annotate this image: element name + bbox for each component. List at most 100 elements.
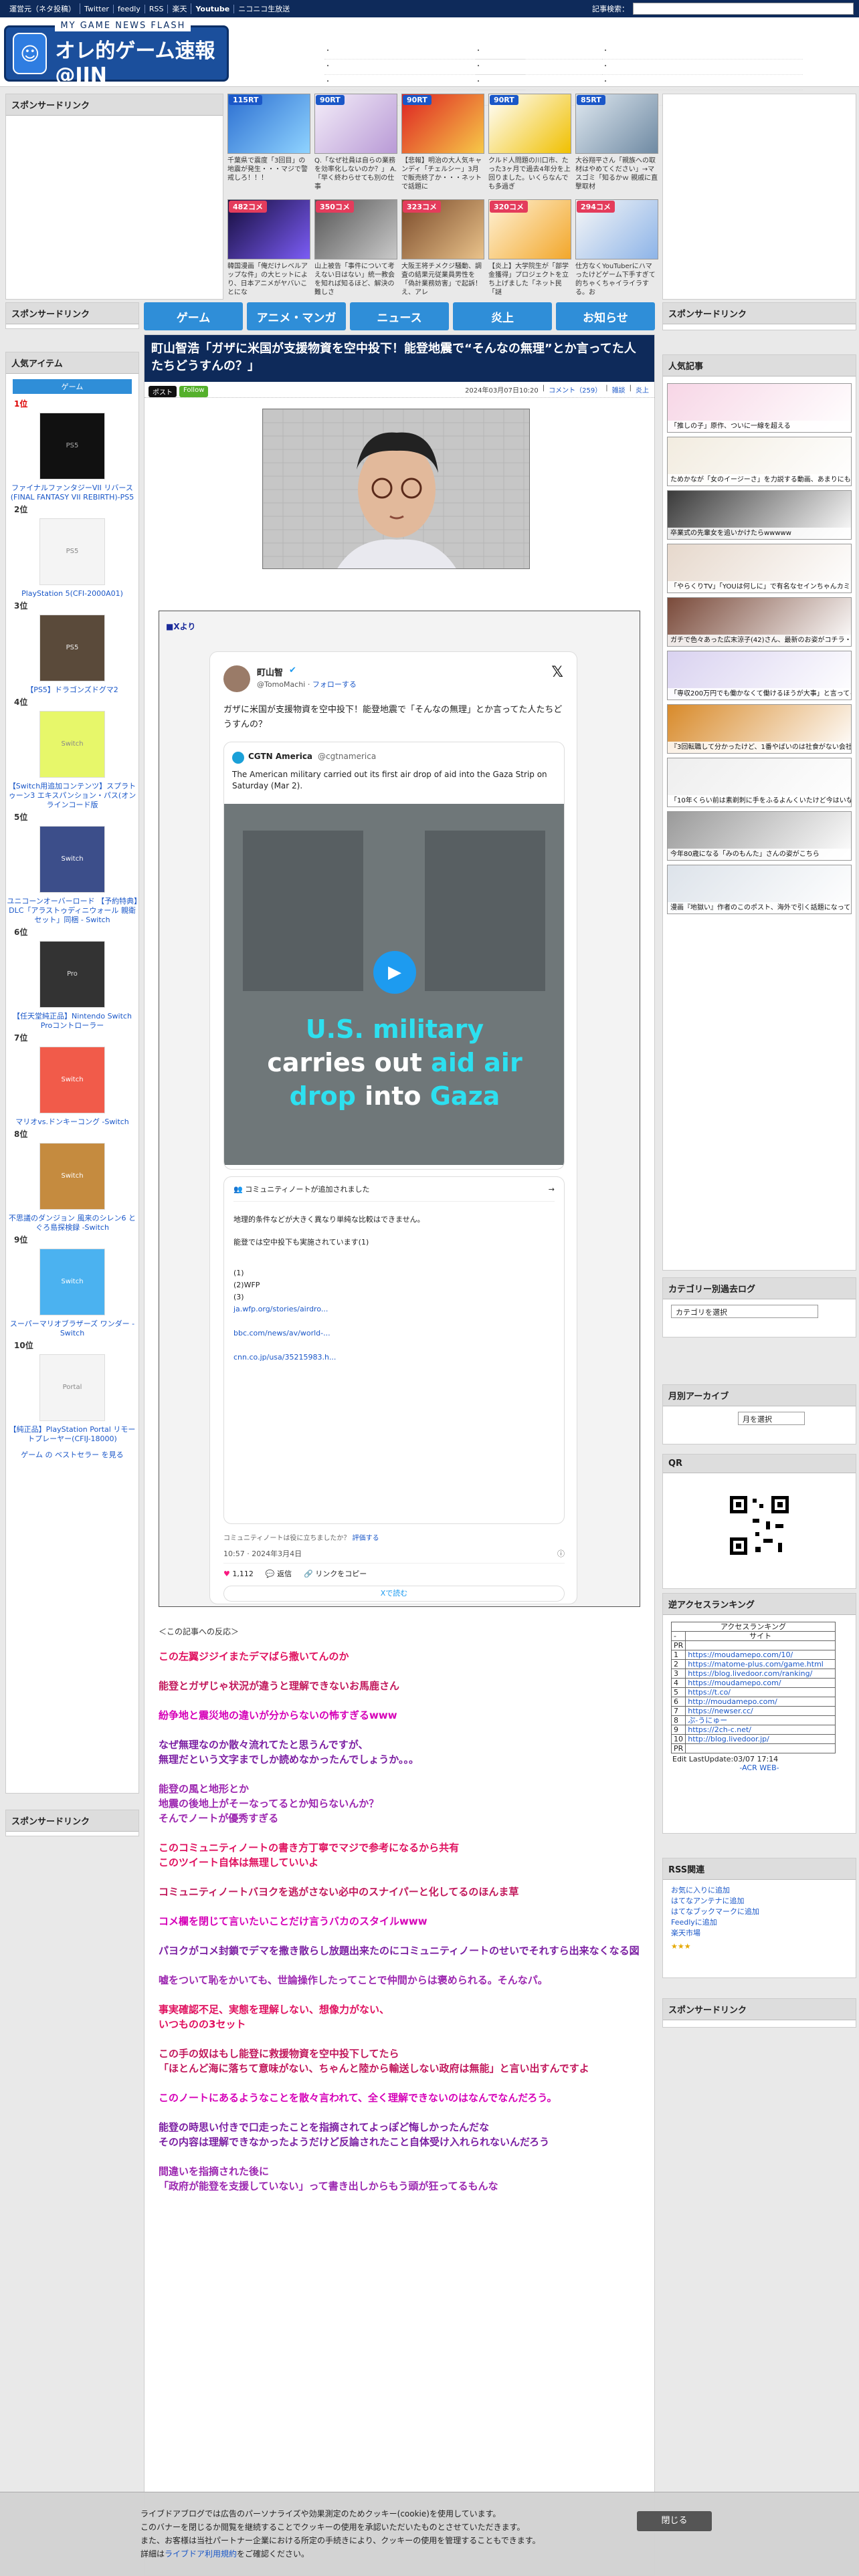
bestseller-link[interactable]: ゲーム の ベストセラー を見る — [21, 1451, 123, 1459]
topbar-link-youtube[interactable]: Youtube — [191, 4, 235, 13]
popular-article[interactable]: 卒業式の先輩女を追いかけたらwwwww — [667, 490, 852, 540]
thumb-item[interactable]: 482コメ 韓国漫画「俺だけレベルアップな件」の大ヒットにより、日本アニメがヤバ… — [227, 199, 310, 298]
access-site-link[interactable]: https://moudamepo.com/10/ — [685, 1650, 836, 1660]
rate-note-link[interactable]: 評価する — [353, 1535, 379, 1542]
ranking-item[interactable]: 8位 Switch 不思議のダンジョン 風来のシレン6 とぐろ島探検録 -Swi… — [6, 1130, 138, 1232]
thumb-item[interactable]: 85RT 大谷翔平さん「親族への取材はやめてください」→マスゴミ「知るかｗ 親戚… — [575, 94, 658, 193]
topbar-link-feedly[interactable]: feedly — [114, 4, 145, 13]
read-on-x-button[interactable]: Xで読む — [223, 1586, 565, 1602]
x-logo-icon[interactable]: 𝕏 — [551, 664, 563, 681]
topbar-link-submit[interactable]: 運営元（ネタ投稿） — [5, 3, 80, 14]
month-select[interactable]: 月を選択 — [738, 1412, 805, 1425]
rss-link-rakuten[interactable]: 楽天市場 — [671, 1928, 848, 1939]
nav-game[interactable]: ゲーム — [144, 302, 243, 330]
popular-article[interactable]: 「やらくりTV」「YOUは何しに」で有名なセインちゃんカミュスに、現在の姿が衝撃… — [667, 544, 852, 593]
consent-close-button[interactable]: 閉じる — [637, 2511, 712, 2531]
popular-article[interactable]: 「推しの子」原作、ついに一線を超える — [667, 383, 852, 433]
topbar-link-niconico[interactable]: ニコニコ生放送 — [234, 3, 294, 14]
rss-link-hatena-bookmark[interactable]: はてなブックマークに追加 — [671, 1907, 848, 1917]
product-link[interactable]: マリオvs.ドンキーコング -Switch — [15, 1117, 129, 1126]
category-link[interactable]: 雑談 — [612, 385, 626, 395]
access-site-link[interactable]: https://newser.cc/ — [685, 1706, 836, 1716]
copy-link-action[interactable]: 🔗 リンクをコピー — [304, 1568, 367, 1579]
access-footer2[interactable]: -ACR WEB- — [663, 1763, 856, 1772]
thumb-item[interactable]: 320コメ 【炎上】大学院生が「部学金獲得」プロジェクトを立ち上げました「ネット… — [488, 199, 571, 298]
tweet-follow-link[interactable]: フォローする — [312, 680, 357, 689]
community-note-header[interactable]: 👥 コミュニティノートが追加されました → — [233, 1184, 555, 1202]
rss-link-hatena-antenna[interactable]: はてなアンテナに追加 — [671, 1896, 848, 1907]
category-select[interactable]: カテゴリを選択 — [671, 1305, 818, 1318]
product-link[interactable]: 【PS5】ドラゴンズドグマ2 — [26, 685, 118, 694]
nav-enjou[interactable]: 炎上 — [453, 302, 552, 330]
rss-link-favorite[interactable]: お気に入りに追加 — [671, 1885, 848, 1896]
access-site-link[interactable]: http://moudamepo.com/ — [685, 1697, 836, 1707]
popular-article[interactable]: 「10年くらい前は素剃刺に手をふるよんくいたけど今はいない」←あるのか？ — [667, 758, 852, 807]
product-link[interactable]: スーパーマリオブラザーズ ワンダー -Switch — [10, 1319, 134, 1337]
video-player[interactable]: ▶ U.S. military carries out aid air drop… — [224, 804, 564, 1165]
ranking-item[interactable]: 7位 Switch マリオvs.ドンキーコング -Switch — [6, 1033, 138, 1127]
access-site-link[interactable]: http://blog.livedoor.jp/ — [685, 1734, 836, 1744]
tab-game[interactable]: ゲーム — [13, 379, 132, 394]
avatar[interactable] — [223, 665, 250, 692]
thumb-item[interactable]: 90RT Q.「なぜ社員は自らの業務を効率化しないのか？」 A.「早く終わらせて… — [314, 94, 397, 193]
topbar-link-twitter[interactable]: Twitter — [80, 4, 114, 13]
note-link[interactable]: bbc.com/news/av/world-... — [233, 1327, 555, 1339]
follow-button[interactable]: Follow — [179, 386, 209, 397]
tweet-author-name[interactable]: 町山智 — [257, 665, 283, 678]
thumb-item[interactable]: 323コメ 大阪王将チメクジ騒動、調査の結果元従業員男性を「偽計業務妨害」で起訴… — [401, 199, 484, 298]
play-icon[interactable]: ▶ — [373, 951, 416, 994]
popular-article[interactable]: 漫画『地獄い』作者のこのポスト、海外で引く話題になってしまう — [667, 865, 852, 914]
access-site-link[interactable]: ぷ-うにゅー — [685, 1715, 836, 1725]
product-link[interactable]: 【任天堂純正品】Nintendo Switch Proコントローラー — [13, 1012, 132, 1030]
thumb-item[interactable]: 115RT 千葉県で震度「3回目」の地震が発生・・・マジで警戒しろ！！！ — [227, 94, 310, 193]
ranking-item[interactable]: 2位 PS5 PlayStation 5(CFI-2000A01) — [6, 505, 138, 599]
bestseller-more[interactable]: ゲーム の ベストセラー を見る — [6, 1451, 138, 1460]
access-site-link[interactable]: https://blog.livedoor.com/ranking/ — [685, 1669, 836, 1679]
terms-link[interactable]: ライブドア利用規約 — [165, 2549, 237, 2559]
topbar-link-rss[interactable]: RSS — [145, 4, 169, 13]
popular-article[interactable]: 今年80歳になる「みのもんた」さんの姿がこちら — [667, 811, 852, 861]
topbar-link-rakuten[interactable]: 楽天 — [168, 3, 192, 14]
product-link[interactable]: 不思議のダンジョン 風来のシレン6 とぐろ島探検録 -Switch — [9, 1214, 136, 1232]
info-icon[interactable]: ⓘ — [557, 1548, 565, 1559]
search-input[interactable] — [633, 3, 854, 15]
like-action[interactable]: ♥ 1,112 — [223, 1570, 254, 1578]
product-link[interactable]: 【純正品】PlayStation Portal リモートプレーヤー(CFIJ-1… — [9, 1425, 136, 1443]
product-link[interactable]: ユニコーンオーバーロード 【予約特典】DLC「アラストゥディニウォール 親衛セッ… — [7, 897, 137, 924]
site-logo[interactable]: ☺ MY GAME NEWS FLASH オレ的ゲーム速報@JIN — [4, 20, 229, 87]
access-site-link[interactable]: https://moudamepo.com/ — [685, 1678, 836, 1688]
rss-link-feedly[interactable]: Feedlyに追加 — [671, 1917, 848, 1928]
nav-notice[interactable]: お知らせ — [556, 302, 655, 330]
popular-article[interactable]: 「専収200万円でも働かなくて働けるほうが大事」と言ってる人、残酷な現実がこちら — [667, 651, 852, 700]
thumb-item[interactable]: 90RT 【悲報】明治の大人気キャンディ「チェルシー」3月で販売終了か・・・ネッ… — [401, 94, 484, 193]
share-x-button[interactable]: ポスト — [149, 386, 177, 397]
note-link[interactable]: ja.wfp.org/stories/airdro... — [233, 1303, 555, 1315]
thumb-item[interactable]: 350コメ 山上被告「事件について考えない日はない」統一教会を知れば知るほど、解… — [314, 199, 397, 298]
product-link[interactable]: PlayStation 5(CFI-2000A01) — [21, 589, 123, 598]
access-site-link[interactable]: https://t.co/ — [685, 1687, 836, 1697]
ranking-item[interactable]: 6位 Pro 【任天堂純正品】Nintendo Switch Proコントローラ… — [6, 928, 138, 1031]
ranking-item[interactable]: 4位 Switch 【Switch用追加コンテンツ】スプラトゥーン3 エキスパン… — [6, 697, 138, 810]
header-news-item[interactable]: ・ — [602, 75, 803, 90]
quoted-tweet[interactable]: CGTN America @cgtnamerica The American m… — [223, 742, 565, 1170]
header-news-item[interactable]: ・ — [602, 44, 803, 60]
access-site-link[interactable]: https://matome-plus.com/game.html — [685, 1659, 836, 1669]
thumb-item[interactable]: 90RT クルド人問題の川口市、たった3ヶ月で過去4年分を上回りました。いくらな… — [488, 94, 571, 193]
nav-news[interactable]: ニュース — [350, 302, 449, 330]
product-link[interactable]: ファイナルファンタジーVII リバース(FINAL FANTASY VII RE… — [11, 484, 134, 502]
thumb-item[interactable]: 294コメ 仕方なくYouTuberにハマったけどゲーム下手すぎて的ちゃくちゃイ… — [575, 199, 658, 298]
ranking-item[interactable]: 3位 PS5 【PS5】ドラゴンズドグマ2 — [6, 601, 138, 695]
header-news-item[interactable]: ・ — [602, 60, 803, 75]
access-site-link[interactable]: https://2ch-c.net/ — [685, 1725, 836, 1735]
reply-action[interactable]: 💬 返信 — [266, 1568, 292, 1579]
popular-article[interactable]: 『3回転職して分かったけど、1番やばいのは社食がない会社』←これが真理 — [667, 704, 852, 754]
ranking-item[interactable]: 5位 Switch ユニコーンオーバーロード 【予約特典】DLC「アラストゥディ… — [6, 813, 138, 925]
category-link[interactable]: 炎上 — [636, 385, 649, 395]
ranking-item[interactable]: 10位 Portal 【純正品】PlayStation Portal リモートプ… — [6, 1341, 138, 1444]
ranking-item[interactable]: 9位 Switch スーパーマリオブラザーズ ワンダー -Switch — [6, 1235, 138, 1338]
nav-anime-manga[interactable]: アニメ・マンガ — [247, 302, 346, 330]
note-link[interactable]: cnn.co.jp/usa/35215983.h... — [233, 1352, 555, 1364]
popular-article[interactable]: ガチで色々あった広末涼子(42)さん、最新のお姿がコチラ・・・ — [667, 597, 852, 647]
popular-article[interactable]: ためかなが「女のイージーさ」を力説する動画、あまりにも説得力がありすぎると話題に — [667, 437, 852, 486]
product-link[interactable]: 【Switch用追加コンテンツ】スプラトゥーン3 エキスパンション・パス(オンラ… — [9, 782, 136, 809]
